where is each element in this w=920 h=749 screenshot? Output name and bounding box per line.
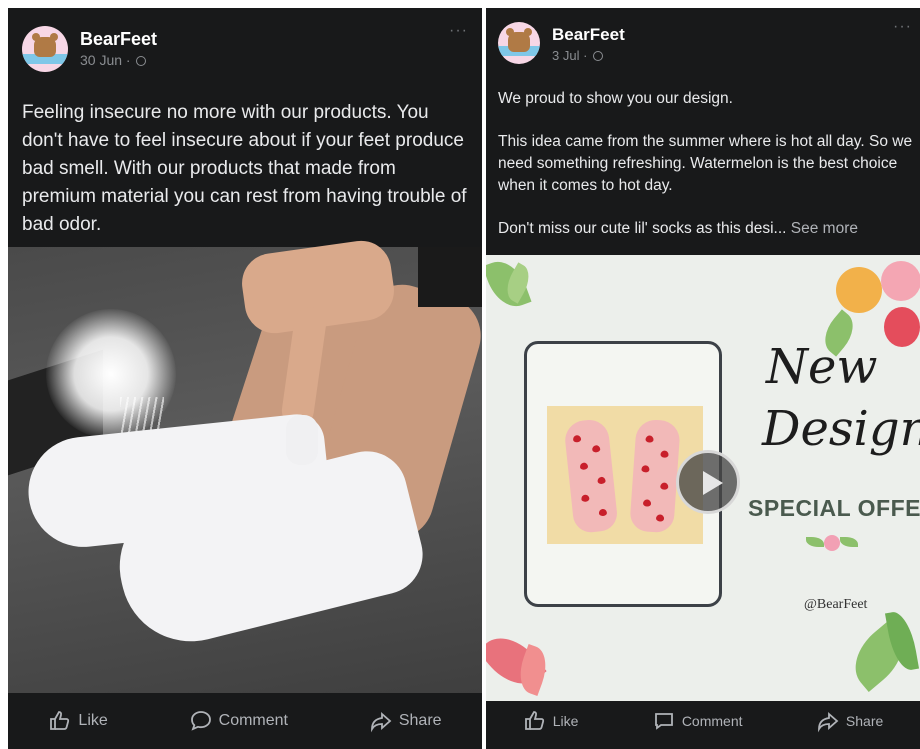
brand-handle: @BearFeet <box>804 597 868 612</box>
post-header: BearFeet 3 Jul · <box>498 22 625 70</box>
sock-shape <box>563 418 619 534</box>
thumbs-up-icon <box>524 711 544 730</box>
flower-divider <box>806 535 858 551</box>
post-date[interactable]: 30 Jun · <box>80 50 157 70</box>
share-button[interactable]: Share <box>816 709 883 733</box>
like-button[interactable]: Like <box>48 709 108 733</box>
comment-button[interactable]: Comment <box>652 709 743 733</box>
pants-shape <box>418 247 482 307</box>
post-1: BearFeet 30 Jun · ··· Feeling insecure n… <box>8 8 482 749</box>
comment-bubble-icon <box>654 713 673 730</box>
post-text: We proud to show you our design. This id… <box>498 88 916 261</box>
post-text-line: This idea came from the summer where is … <box>498 133 913 194</box>
share-arrow-icon <box>370 712 392 733</box>
post-text-line: We proud to show you our design. <box>498 90 733 107</box>
post-text-line: Don't miss our cute lil' socks as this d… <box>498 220 858 237</box>
globe-icon <box>593 51 604 61</box>
avatar[interactable] <box>22 26 68 72</box>
comment-button[interactable]: Comment <box>189 709 288 733</box>
flower-decoration <box>884 307 920 347</box>
author-name[interactable]: BearFeet <box>80 28 157 50</box>
action-bar: Like Comment Share <box>8 693 482 749</box>
flower-decoration <box>836 267 882 313</box>
special-offer-text: SPECIAL OFFER <box>748 495 920 521</box>
author-name[interactable]: BearFeet <box>552 24 625 46</box>
play-icon[interactable] <box>676 450 740 514</box>
thumbs-up-icon <box>50 711 70 730</box>
sock-shape <box>629 418 681 534</box>
more-options-icon[interactable]: ··· <box>449 22 468 40</box>
post-text: Feeling insecure no more with our produc… <box>22 102 467 235</box>
flower-decoration <box>881 261 920 301</box>
headline-design: Design <box>762 401 920 457</box>
post-2: BearFeet 3 Jul · ··· We proud to show yo… <box>486 8 920 749</box>
sock-tab <box>286 415 318 465</box>
post-date[interactable]: 3 Jul · <box>552 46 625 66</box>
avatar[interactable] <box>498 22 540 64</box>
see-more-link[interactable]: See more <box>791 220 858 237</box>
share-arrow-icon <box>818 712 839 733</box>
share-button[interactable]: Share <box>369 709 442 733</box>
headline-new: New <box>766 339 878 395</box>
comment-bubble-icon <box>190 711 211 731</box>
design-image[interactable]: New Design SPECIAL OFFER @BearFeet <box>486 254 920 701</box>
like-button[interactable]: Like <box>523 709 578 733</box>
post-photo[interactable] <box>8 236 482 693</box>
action-bar: Like Comment Share <box>486 693 920 749</box>
globe-icon <box>136 56 147 66</box>
more-options-icon[interactable]: ··· <box>893 18 912 36</box>
post-header: BearFeet 30 Jun · <box>22 26 157 74</box>
